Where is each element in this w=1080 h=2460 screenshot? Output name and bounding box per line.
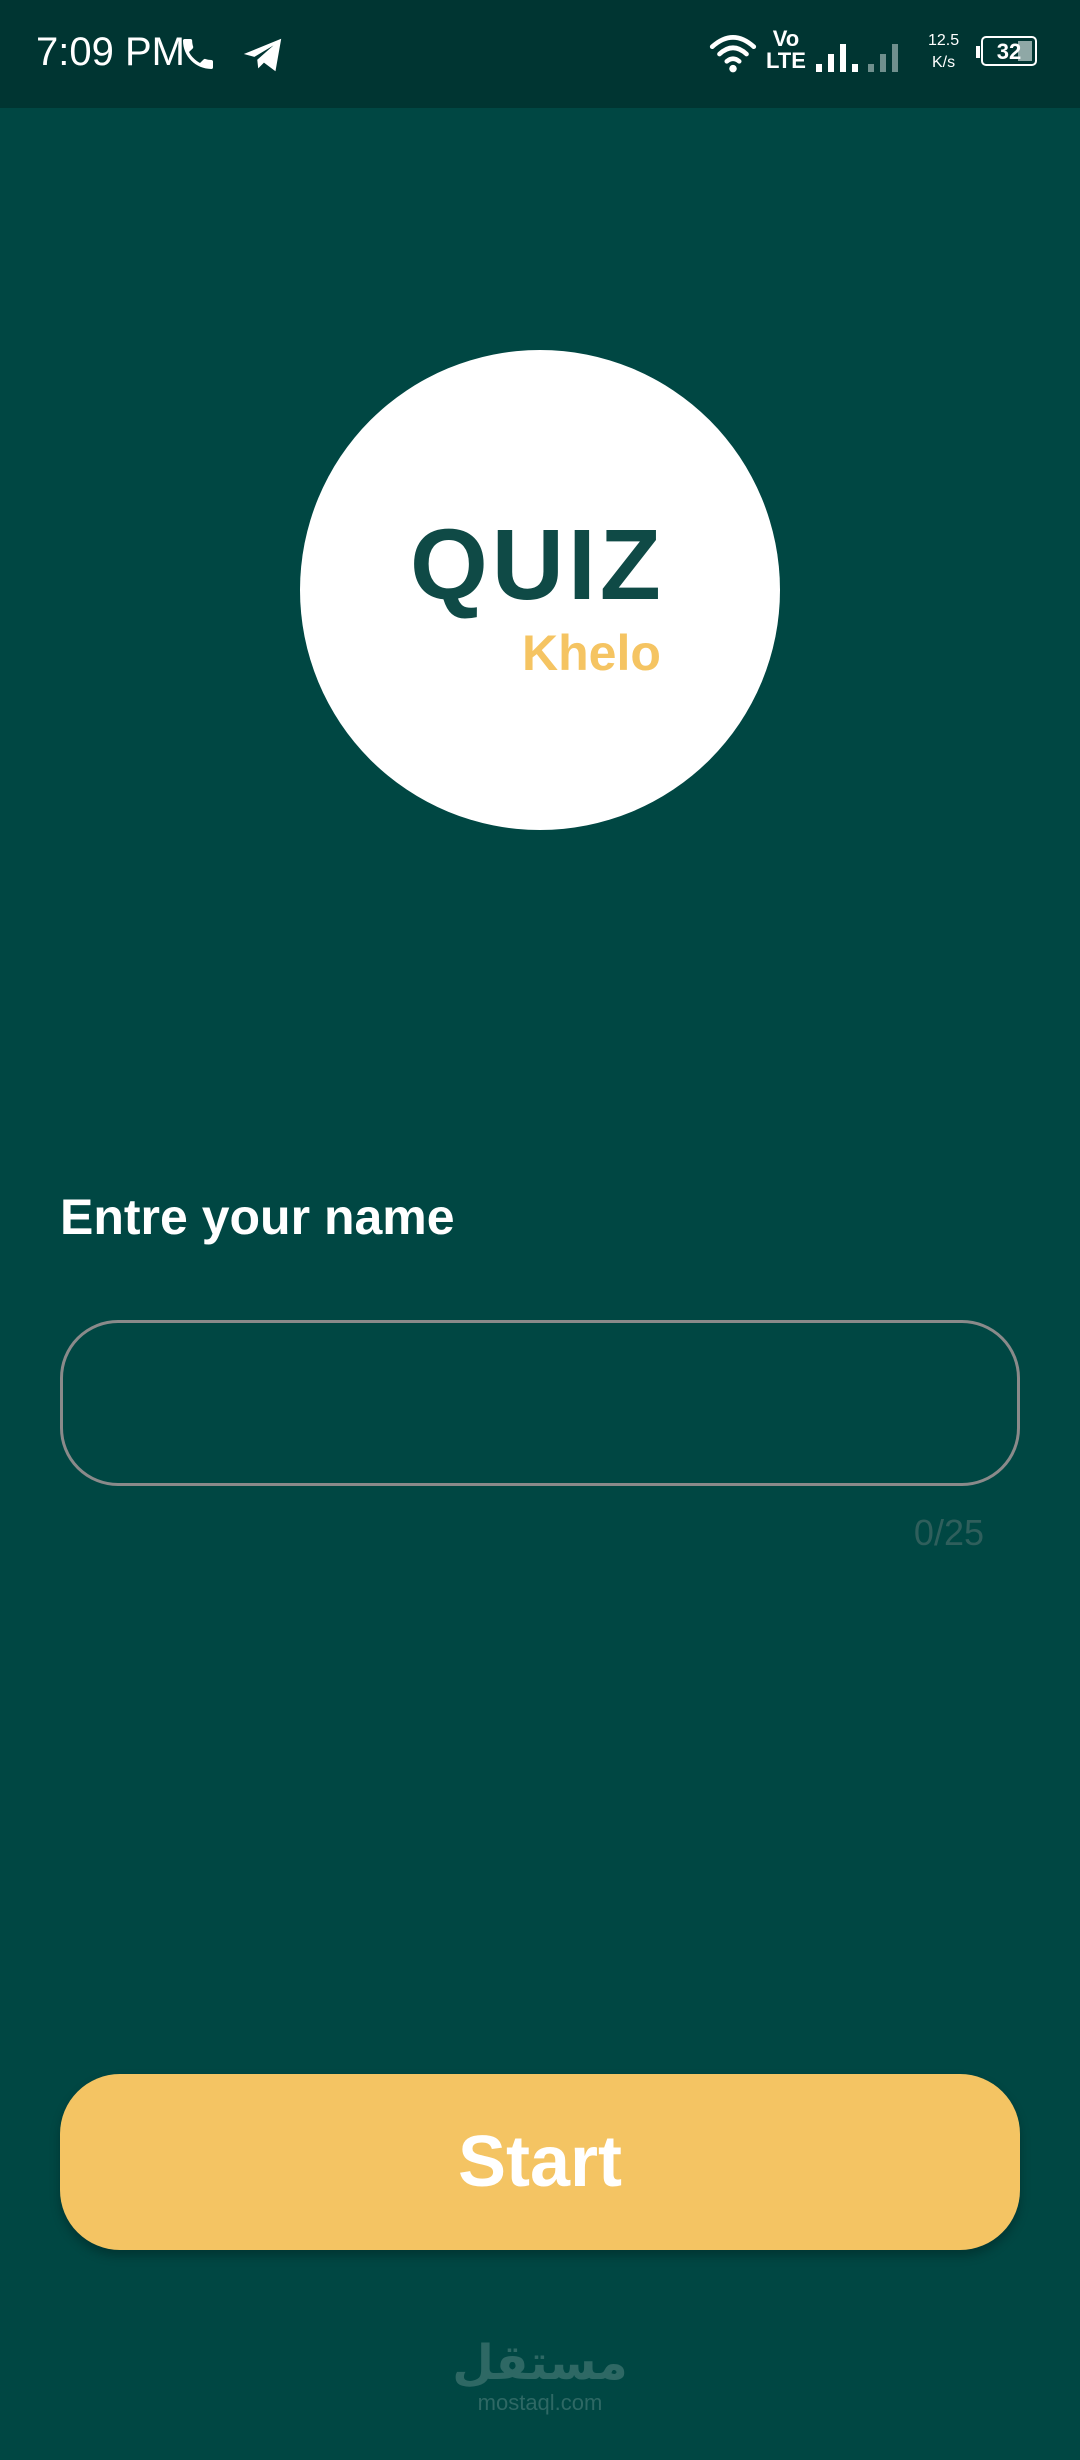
app-logo: QUIZ Khelo [300, 350, 780, 830]
watermark: مستقل mostaql.com [0, 2340, 1080, 2416]
logo-title: QUIZ [410, 509, 665, 621]
telegram-icon [243, 38, 282, 72]
name-input[interactable] [60, 1320, 1020, 1486]
network-speed: 12.5 K/s [928, 32, 960, 71]
battery-icon: 32 [976, 36, 1040, 68]
start-button[interactable]: Start [60, 2074, 1020, 2250]
character-counter: 0/25 [913, 1512, 984, 1553]
name-label: Entre your name [60, 1189, 455, 1245]
logo-subtitle: Khelo [522, 625, 661, 681]
status-time: 7:09 PM [36, 30, 185, 74]
volte-indicator: Vo LTE [766, 26, 806, 73]
status-bar: 7:09 PM Vo LTE 12.5 K/s 32 [0, 0, 1080, 108]
battery-level: 32 [996, 39, 1022, 64]
signal-icon [816, 44, 898, 72]
wifi-icon [709, 35, 757, 73]
phone-icon [183, 39, 213, 69]
watermark-domain: mostaql.com [477, 2390, 603, 2415]
watermark-arabic: مستقل [452, 2337, 628, 2390]
